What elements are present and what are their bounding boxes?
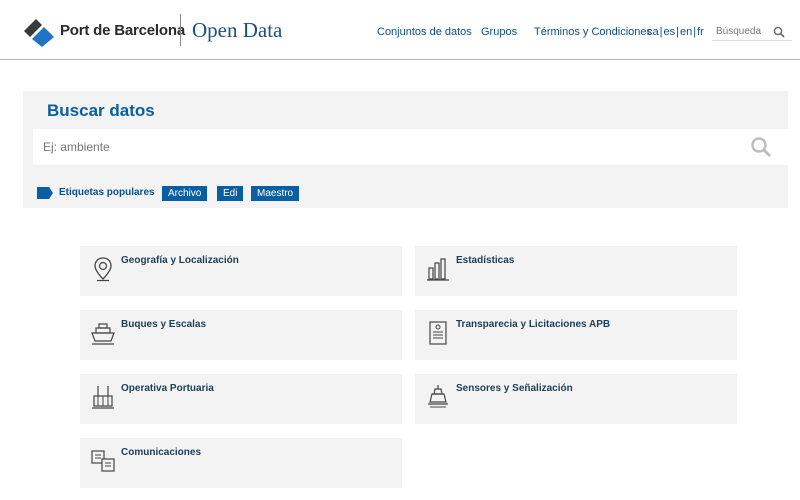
category-label: Geografía y Localización <box>121 255 239 266</box>
crane-icon <box>92 386 114 409</box>
category-transparencia[interactable]: Transparecia y Licitaciones APB <box>415 310 737 360</box>
tag-icon <box>37 187 53 199</box>
category-comunicaciones[interactable]: Comunicaciones <box>80 438 402 488</box>
lang-ca-link[interactable]: ca <box>647 26 659 38</box>
category-label: Sensores y Señalización <box>456 383 573 394</box>
lang-en-link[interactable]: en <box>680 26 692 38</box>
logo-divider <box>180 14 181 46</box>
category-label: Operativa Portuaria <box>121 383 214 394</box>
search-panel: Buscar datos Etiquetas populares Archivo… <box>23 91 788 208</box>
tag-maestro[interactable]: Maestro <box>251 186 300 201</box>
popular-tags-label: Etiquetas populares <box>59 187 155 198</box>
search-title: Buscar datos <box>47 101 155 120</box>
search-icon[interactable] <box>773 26 785 38</box>
dataset-search-input[interactable] <box>33 129 733 165</box>
tag-edi[interactable]: Edi <box>217 186 244 201</box>
category-estadisticas[interactable]: Estadísticas <box>415 246 737 296</box>
port-logo-icon[interactable] <box>22 14 56 48</box>
buoy-icon <box>428 385 448 408</box>
category-label: Transparecia y Licitaciones APB <box>456 319 611 330</box>
language-switcher: ca|es|en|fr <box>647 26 704 38</box>
lang-es-link[interactable]: es <box>663 26 675 38</box>
category-buques[interactable]: Buques y Escalas <box>80 310 402 360</box>
brand-name[interactable]: Port de Barcelona <box>60 22 185 39</box>
document-icon <box>429 321 447 345</box>
search-icon[interactable] <box>750 136 772 158</box>
category-sensores[interactable]: Sensores y Señalización <box>415 374 737 424</box>
category-label: Comunicaciones <box>121 447 202 458</box>
ship-icon <box>91 323 115 345</box>
bar-chart-icon <box>427 258 449 281</box>
nav-groups-link[interactable]: Grupos <box>481 26 517 38</box>
search-box <box>33 129 788 165</box>
category-label: Estadísticas <box>456 255 515 266</box>
nav-datasets-link[interactable]: Conjuntos de datos <box>377 26 472 38</box>
nav-terms-link[interactable]: Términos y Condiciones <box>534 26 652 38</box>
category-geografia[interactable]: Geografía y Localización <box>80 246 402 296</box>
brand-subtitle[interactable]: Open Data <box>192 18 282 43</box>
map-pin-icon <box>94 257 112 282</box>
tag-archivo[interactable]: Archivo <box>162 186 208 201</box>
lang-fr-link[interactable]: fr <box>697 26 704 38</box>
site-header: Port de Barcelona Open Data Conjuntos de… <box>0 0 800 60</box>
communications-icon <box>91 450 115 472</box>
category-label: Buques y Escalas <box>121 319 207 330</box>
category-operativa[interactable]: Operativa Portuaria <box>80 374 402 424</box>
